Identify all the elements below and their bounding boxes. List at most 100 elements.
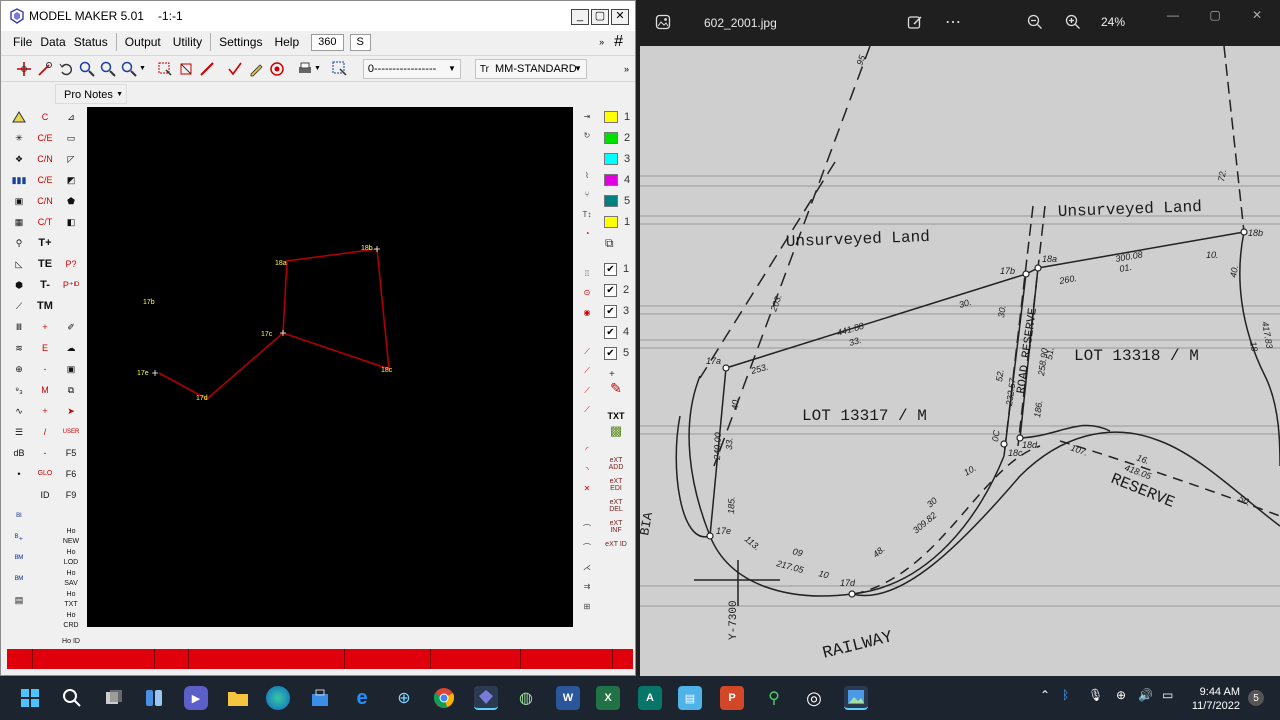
line-point-2-icon[interactable]: ⟋ xyxy=(577,362,597,381)
f5-tool[interactable]: F5 xyxy=(61,443,81,463)
word-icon[interactable]: W xyxy=(556,686,580,710)
task-view-icon[interactable] xyxy=(102,686,126,710)
text-delete-tool[interactable]: T- xyxy=(35,275,55,295)
grid-icon[interactable]: # xyxy=(614,33,623,51)
check-point-icon[interactable] xyxy=(226,60,244,78)
ho-coord-tool[interactable]: Ho CRD xyxy=(61,611,81,631)
lines-icon[interactable]: ☰ xyxy=(9,422,29,442)
triangle-icon[interactable] xyxy=(9,107,29,127)
box-select-icon[interactable] xyxy=(177,60,195,78)
point-label-17c[interactable]: 17c xyxy=(261,331,273,338)
pro-notes-dropdown[interactable]: Pro Notes ▼ xyxy=(55,83,127,104)
battery-icon[interactable]: ▭ xyxy=(1162,688,1173,702)
color-grid-icon[interactable]: ▦ xyxy=(9,212,29,232)
cross-icon[interactable]: ✕ xyxy=(577,480,597,499)
line-add-tool[interactable]: + xyxy=(35,401,55,421)
layer-check-5[interactable]: ✔ 5 xyxy=(599,343,633,363)
zoom-in-icon[interactable] xyxy=(1064,13,1082,31)
undo-icon[interactable] xyxy=(57,60,75,78)
move-icon[interactable] xyxy=(15,60,33,78)
bearing-1-icon[interactable]: ᴮᴵ xyxy=(9,506,29,526)
line-point-icon[interactable]: ⟋ xyxy=(577,342,597,361)
chevron-double-icon[interactable]: » xyxy=(599,37,604,47)
point-id-tool[interactable]: P⁺ᴵᴰ xyxy=(61,275,81,295)
zoom-dropdown-icon[interactable]: ▼ xyxy=(139,65,146,72)
layers-icon[interactable]: ❖ xyxy=(9,149,29,169)
point-label-18b[interactable]: 18b xyxy=(361,245,373,252)
curve-2-icon[interactable]: ⌒ xyxy=(577,538,597,557)
style-select[interactable]: Tr MM-STANDARD ▼ xyxy=(474,58,587,79)
user-tool[interactable]: USER xyxy=(61,422,81,442)
text-edit-tool[interactable]: TE xyxy=(35,254,55,274)
curve-n2-tool[interactable]: C/N xyxy=(35,191,55,211)
target-point-icon[interactable]: ◉ xyxy=(577,303,597,322)
recorder-icon[interactable]: ◎ xyxy=(802,686,826,710)
query-tool[interactable]: P? xyxy=(61,254,81,274)
point-label-18a[interactable]: 18a xyxy=(275,260,287,267)
bluetooth-icon[interactable]: ᛒ xyxy=(1062,688,1069,702)
check-icon[interactable]: ✔ xyxy=(604,304,617,318)
fork-icon[interactable]: ⑂ xyxy=(577,185,597,204)
cube-icon[interactable]: ⬢ xyxy=(9,275,29,295)
close-icon[interactable]: ✕ xyxy=(1248,6,1266,24)
ruler-icon[interactable]: ◺ xyxy=(9,254,29,274)
store-icon[interactable] xyxy=(308,686,332,710)
point-label-18c[interactable]: 18c xyxy=(381,367,393,374)
menu-output[interactable]: Output xyxy=(125,35,161,49)
menu-status[interactable]: Status xyxy=(74,35,108,49)
curve-icon[interactable]: ⌒ xyxy=(577,519,597,538)
menu-help[interactable]: Help xyxy=(274,35,299,49)
calculator-icon[interactable]: ▤ xyxy=(9,590,29,610)
print-icon[interactable] xyxy=(296,60,314,78)
layer-color-5[interactable]: 5 xyxy=(599,191,633,211)
resize-grip-icon[interactable] xyxy=(613,649,633,669)
bearing-4-icon[interactable]: ᴮᴹ xyxy=(9,569,29,589)
zoom-level[interactable]: 24% xyxy=(1101,15,1125,29)
bearing-2-icon[interactable]: ᴮ₊ xyxy=(9,527,29,547)
menu-settings[interactable]: Settings xyxy=(219,35,262,49)
zoom-window-icon[interactable] xyxy=(120,60,138,78)
survey-tool-1[interactable]: ⊿ xyxy=(61,107,81,127)
check-icon[interactable]: ✔ xyxy=(604,346,617,360)
id-tool[interactable]: ID xyxy=(35,485,55,505)
menu-data[interactable]: Data xyxy=(40,35,65,49)
menu-file[interactable]: File xyxy=(13,35,32,49)
ext-delete-button[interactable]: eXT DEL xyxy=(604,499,628,519)
global-tool[interactable]: GLO xyxy=(35,464,55,484)
model-maker-taskbar-icon[interactable] xyxy=(474,686,498,710)
pencil-icon[interactable]: ✎ xyxy=(604,381,628,405)
start-icon[interactable] xyxy=(18,686,42,710)
line-point-4-icon[interactable]: ⟋ xyxy=(577,401,597,420)
arc-2-icon[interactable]: ◝ xyxy=(577,460,597,479)
layer-check-2[interactable]: ✔ 2 xyxy=(599,280,633,300)
edit-image-icon[interactable] xyxy=(906,13,924,31)
ho-save-tool[interactable]: Ho SAV xyxy=(61,569,81,589)
s-box[interactable]: S xyxy=(349,33,371,51)
ext-edit-button[interactable]: eXT EDI xyxy=(604,478,628,498)
show-hidden-icons-icon[interactable]: ⌃ xyxy=(1040,688,1050,702)
layer-check-4[interactable]: ✔ 4 xyxy=(599,322,633,342)
point-move-tool[interactable]: M xyxy=(35,380,55,400)
numbers-icon[interactable]: ⁹₃ xyxy=(9,380,29,400)
survey-tool-5[interactable]: ⬟ xyxy=(61,191,81,211)
edge-icon[interactable] xyxy=(266,686,290,710)
notification-badge[interactable]: 5 xyxy=(1248,690,1264,706)
f6-tool[interactable]: F6 xyxy=(61,464,81,484)
network-tool-icon[interactable]: ⊕ xyxy=(392,686,416,710)
survey-tool-4[interactable]: ◩ xyxy=(61,170,81,190)
microphone-icon[interactable]: 🎙 xyxy=(1088,688,1103,702)
wave-icon[interactable]: ∿ xyxy=(9,401,29,421)
layer-check-3[interactable]: ✔ 3 xyxy=(599,301,633,321)
survey-tool-3[interactable]: ◸ xyxy=(61,149,81,169)
photos-taskbar-icon[interactable] xyxy=(844,686,868,710)
volume-icon[interactable]: 🔊 xyxy=(1138,688,1153,702)
box-tool[interactable]: ▣ xyxy=(61,359,81,379)
text-add-tool[interactable]: T+ xyxy=(35,233,55,253)
drawing-canvas[interactable]: 18b 18a 17b 17c 18c 17e 17d xyxy=(87,107,573,627)
pick-icon[interactable] xyxy=(36,60,54,78)
ho-text-tool[interactable]: Ho TXT xyxy=(61,590,81,610)
print-dropdown-icon[interactable]: ▼ xyxy=(314,65,321,72)
bearing-3-icon[interactable]: ᴮᴹ xyxy=(9,548,29,568)
offset-icon[interactable]: ⇉ xyxy=(577,578,597,597)
toolbar-overflow-icon[interactable]: » xyxy=(624,64,629,74)
